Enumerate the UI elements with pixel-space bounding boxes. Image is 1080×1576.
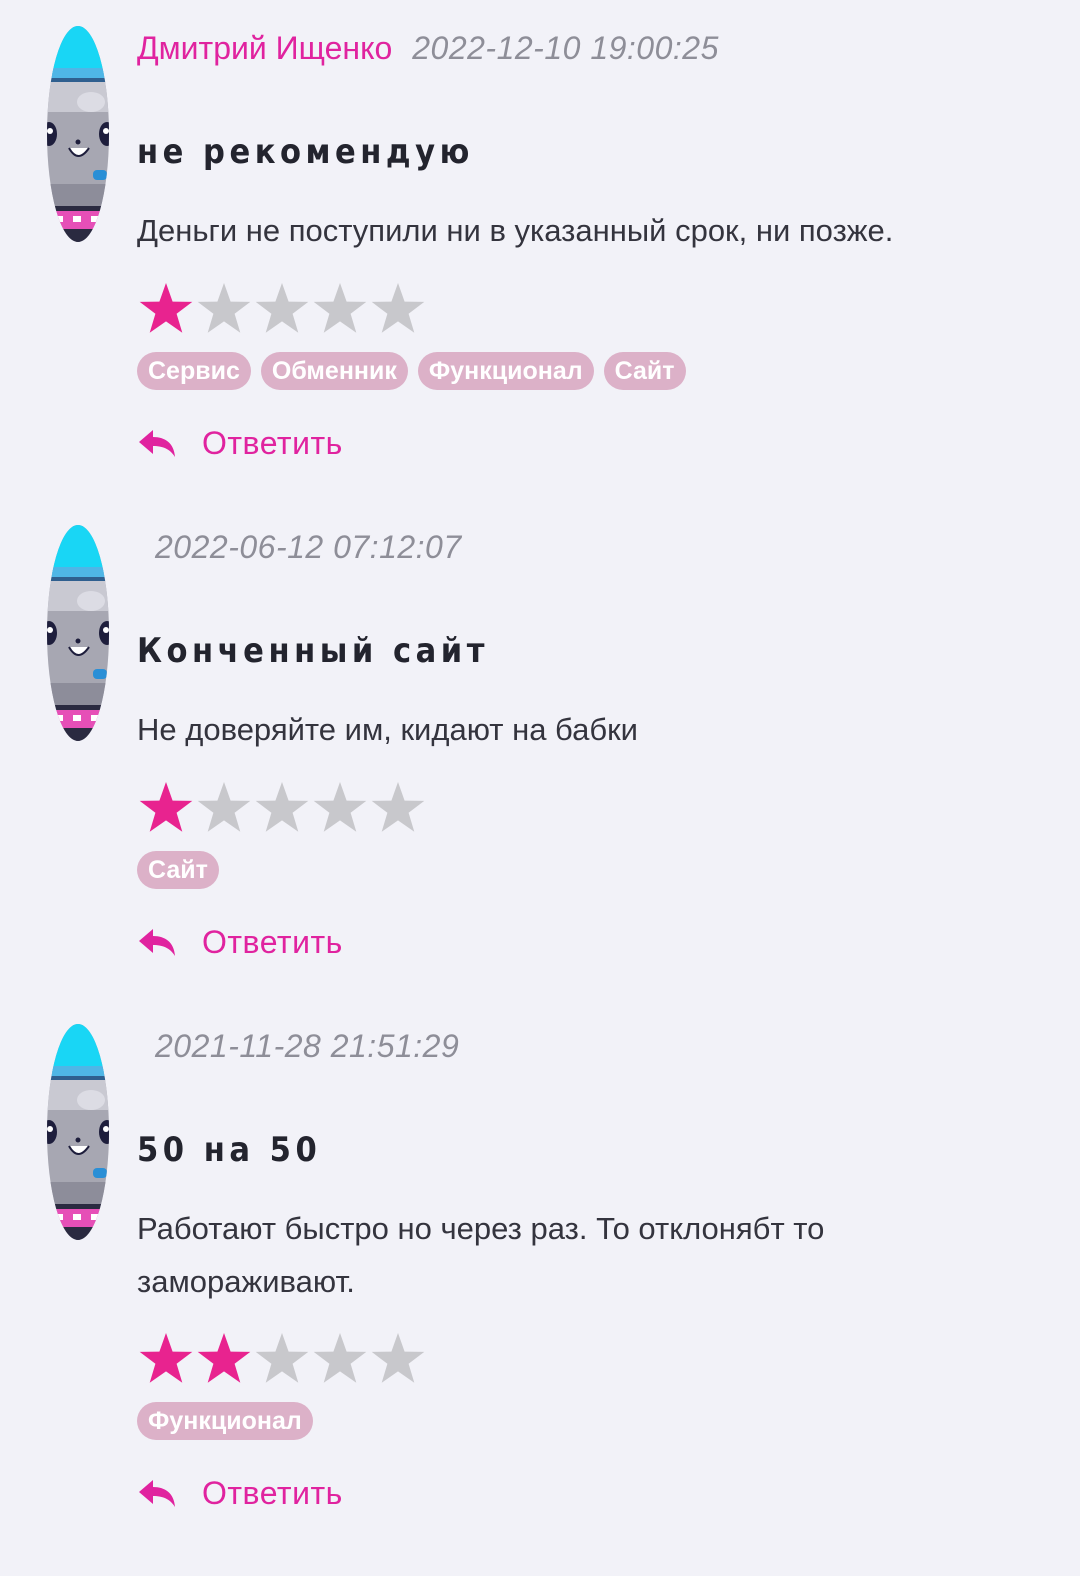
reply-arrow-icon: [139, 929, 175, 956]
star-filled-icon: [139, 283, 193, 333]
review-card: 2022-06-12 07:12:07 Конченный сайт Не до…: [0, 499, 1080, 999]
review-meta: Дмитрий Ищенко 2022-12-10 19:00:25: [137, 26, 719, 70]
review-meta: 2022-06-12 07:12:07: [137, 525, 462, 569]
tag-functionality: Функционал: [417, 352, 594, 390]
review-card: Дмитрий Ищенко 2022-12-10 19:00:25 не ре…: [0, 0, 1080, 500]
review-body: Работают быстро но через раз. То отклоня…: [137, 1211, 825, 1299]
reply-button[interactable]: Ответить: [137, 1471, 343, 1515]
tag-exchanger: Обменник: [260, 352, 408, 390]
star-empty-icon: [313, 283, 367, 333]
review-date: 2022-12-10 19:00:25: [412, 29, 719, 66]
star-empty-icon: [255, 283, 309, 333]
tag-list: Сайт: [137, 851, 219, 889]
review-title: 50 на 50: [137, 1130, 322, 1170]
tag-list: Функционал: [137, 1402, 313, 1440]
review-date: 2021-11-28 21:51:29: [155, 1027, 460, 1064]
star-empty-icon: [255, 1333, 309, 1383]
tag-service: Сервис: [137, 352, 251, 390]
star-empty-icon: [197, 283, 251, 333]
review-card: 2021-11-28 21:51:29 50 на 50 Работают бы…: [0, 998, 1080, 1576]
reply-label: Ответить: [202, 1474, 343, 1511]
tag-site: Сайт: [603, 352, 686, 390]
star-empty-icon: [371, 283, 425, 333]
star-filled-icon: [139, 782, 193, 832]
star-rating: [137, 779, 427, 839]
star-empty-icon: [313, 1333, 367, 1383]
cartoon-cat-avatar-icon: [47, 1024, 109, 1240]
star-empty-icon: [255, 782, 309, 832]
review-author[interactable]: Дмитрий Ищенко: [137, 30, 392, 67]
star-filled-icon: [139, 1333, 193, 1383]
star-rating: [137, 1330, 427, 1390]
cartoon-cat-avatar-icon: [47, 525, 109, 741]
reply-label: Ответить: [202, 424, 343, 461]
star-empty-icon: [313, 782, 367, 832]
star-empty-icon: [197, 782, 251, 832]
reply-button[interactable]: Ответить: [137, 920, 343, 964]
tag-list: Сервис Обменник Функционал Сайт: [137, 352, 686, 390]
reply-arrow-icon: [139, 430, 175, 457]
review-body: Деньги не поступили ни в указанный срок,…: [137, 213, 894, 248]
reply-button[interactable]: Ответить: [137, 421, 343, 465]
star-rating: [137, 280, 427, 340]
tag-site: Сайт: [137, 851, 219, 889]
review-title: не рекомендую: [137, 132, 474, 172]
review-meta: 2021-11-28 21:51:29: [137, 1024, 459, 1068]
reply-label: Ответить: [202, 923, 343, 960]
star-empty-icon: [371, 1333, 425, 1383]
star-filled-icon: [197, 1333, 251, 1383]
star-empty-icon: [371, 782, 425, 832]
review-title: Конченный сайт: [137, 631, 489, 671]
tag-functionality: Функционал: [137, 1402, 313, 1440]
review-date: 2022-06-12 07:12:07: [155, 528, 462, 565]
reply-arrow-icon: [139, 1480, 175, 1507]
review-body: Не доверяйте им, кидают на бабки: [137, 712, 638, 747]
cartoon-cat-avatar-icon: [47, 26, 109, 242]
